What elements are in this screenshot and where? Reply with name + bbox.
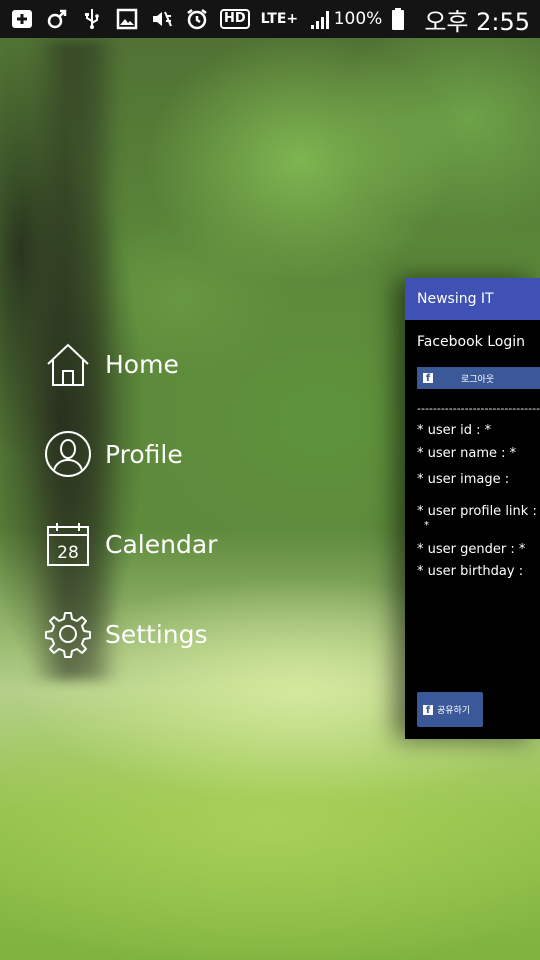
facebook-icon: f xyxy=(423,373,433,384)
app-content-preview[interactable]: Newsing IT Facebook Login f 로그아웃 -------… xyxy=(405,278,540,739)
mute-icon xyxy=(150,7,174,31)
share-label: 공유하기 xyxy=(437,706,471,716)
user-id-field: * user id : * xyxy=(417,423,492,438)
user-birthday-field: * user birthday : xyxy=(417,564,524,579)
menu-item-calendar[interactable]: 28 Calendar xyxy=(44,520,217,568)
settings-icon xyxy=(44,610,92,658)
home-icon xyxy=(44,340,92,388)
menu-label-profile: Profile xyxy=(105,439,183,469)
user-profile-link-value: * xyxy=(424,520,429,531)
status-bar: HD LTE+ 100% 오후 2:55 xyxy=(0,0,540,38)
signal-icon xyxy=(309,7,333,31)
logout-label: 로그아웃 xyxy=(461,374,495,385)
screen: HD LTE+ 100% 오후 2:55 Home Profile 28 Cal… xyxy=(0,0,540,960)
menu-label-home: Home xyxy=(105,349,179,379)
add-box-icon xyxy=(10,7,34,31)
facebook-login-title: Facebook Login xyxy=(417,334,526,350)
menu-item-profile[interactable]: Profile xyxy=(44,430,217,478)
menu-item-settings[interactable]: Settings xyxy=(44,610,217,658)
side-menu: Home Profile 28 Calendar Settings xyxy=(44,340,217,700)
alarm-icon xyxy=(185,7,209,31)
calendar-icon: 28 xyxy=(44,520,92,568)
user-name-field: * user name : * xyxy=(417,446,517,461)
facebook-share-icon: f xyxy=(423,704,433,716)
user-profile-link-field: * user profile link : xyxy=(417,504,537,519)
image-icon xyxy=(115,7,139,31)
profile-icon xyxy=(44,430,92,478)
battery-percentage: 100% xyxy=(333,9,383,29)
calendar-day: 28 xyxy=(57,543,79,563)
facebook-share-button[interactable]: f 공유하기 xyxy=(417,692,483,727)
battery-icon xyxy=(388,7,412,31)
facebook-logout-button[interactable]: f 로그아웃 xyxy=(417,367,540,389)
clock: 오후 2:55 xyxy=(424,7,530,36)
lte-icon: LTE+ xyxy=(260,11,299,27)
app-title: Newsing IT xyxy=(417,291,494,307)
user-image-field: * user image : xyxy=(417,472,510,487)
divider-line: -------------------------------------- xyxy=(417,402,540,415)
menu-label-calendar: Calendar xyxy=(105,529,218,559)
app-toolbar: Newsing IT xyxy=(405,278,540,320)
user-gender-field: * user gender : * xyxy=(417,542,526,557)
usb-icon xyxy=(80,7,104,31)
menu-item-home[interactable]: Home xyxy=(44,340,217,388)
gender-symbol-icon xyxy=(45,7,69,31)
hd-icon: HD xyxy=(220,9,250,29)
menu-label-settings: Settings xyxy=(105,619,208,649)
